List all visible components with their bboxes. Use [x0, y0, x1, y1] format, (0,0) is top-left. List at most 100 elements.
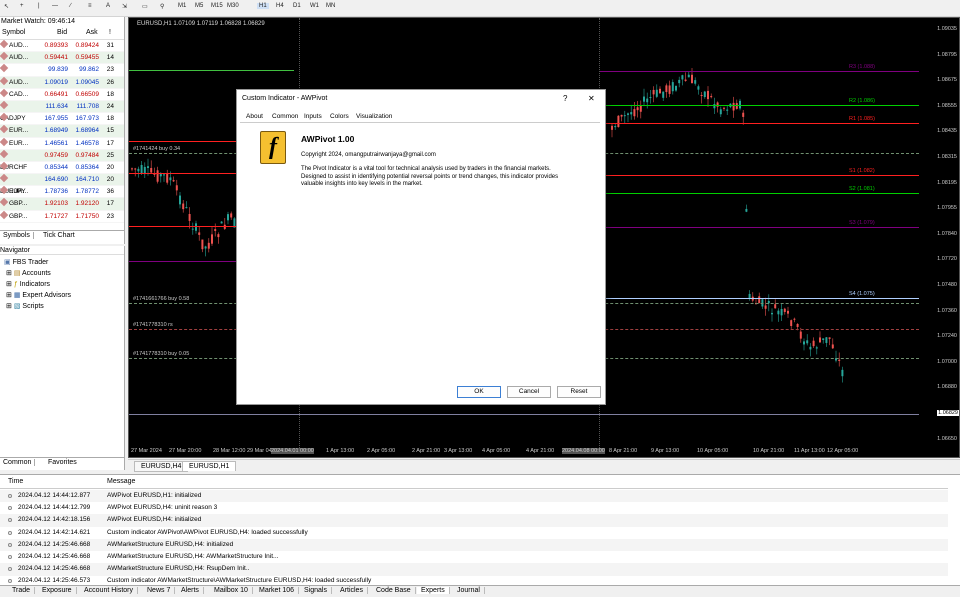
tab-favorites[interactable]: Favorites	[45, 459, 80, 466]
tab-toolbox-2[interactable]: Account History	[80, 587, 139, 594]
level-line[interactable]	[129, 70, 294, 71]
bid-cell: 1.46561	[44, 139, 69, 147]
symbol-row[interactable]: AUDJPY99.83999.86223	[0, 64, 124, 85]
timeframe-m15[interactable]: M15	[211, 3, 223, 9]
navigator-item-indicators[interactable]: ⊞ ƒ Indicators	[6, 280, 50, 288]
crosshair-icon[interactable]: +	[20, 3, 24, 9]
navigator-root[interactable]: ▣ FBS Trader	[4, 258, 48, 266]
cursor-icon[interactable]: ↖	[4, 3, 9, 10]
symbol-row[interactable]: GBP... 1.71727 1.71750 23	[0, 210, 124, 223]
dialog-title-text: Custom Indicator - AWPivot	[242, 95, 328, 102]
log-row[interactable]: 2024.04.12 14:25:46.668 AWMarketStructure…	[0, 538, 948, 552]
trendline-icon[interactable]: ∕	[70, 3, 71, 9]
tab-toolbox-11[interactable]: Journal	[453, 587, 485, 594]
pivot-line[interactable]	[599, 227, 919, 228]
navigator-item-accounts[interactable]: ⊞ ▤ Accounts	[6, 269, 51, 277]
tab-common[interactable]: Common	[272, 113, 298, 120]
spread-column-header[interactable]: !	[109, 26, 111, 40]
symbol-row[interactable]: EUR... 1.68949 1.68964 15	[0, 125, 124, 138]
timeframe-h1[interactable]: H1	[257, 3, 269, 9]
tab-about[interactable]: About	[246, 113, 263, 120]
vertical-line-icon[interactable]: |	[38, 3, 40, 9]
symbol-column-header[interactable]: Symbol	[2, 26, 25, 40]
tab-toolbox-4[interactable]: Alerts	[177, 587, 204, 594]
time-column-header[interactable]: Time	[8, 478, 23, 485]
help-button[interactable]: ?	[563, 90, 567, 107]
arrow-tools-icon[interactable]: ⇲	[122, 3, 127, 10]
tab-visualization[interactable]: Visualization	[356, 113, 392, 120]
candle-body	[230, 213, 233, 218]
navigator-item-scripts[interactable]: ⊞ ▧ Scripts	[6, 302, 44, 310]
pivot-line[interactable]	[599, 71, 919, 72]
timeframe-w1[interactable]: W1	[310, 3, 319, 9]
ask-column-header[interactable]: Ask	[86, 26, 98, 40]
symbol-row[interactable]: EUR... 1.78736 1.78772 36	[0, 186, 124, 199]
symbol-row[interactable]: EUR... 1.46561 1.46578 17	[0, 137, 124, 150]
pivot-line[interactable]	[599, 175, 919, 176]
tab-toolbox-5[interactable]: Mailbox 10	[210, 587, 253, 594]
tab-toolbox-1[interactable]: Exposure	[38, 587, 77, 594]
log-row[interactable]: 2024.04.12 14:25:46.668 AWMarketStructure…	[0, 563, 948, 576]
pivot-line[interactable]	[599, 193, 919, 194]
tab-tick-chart[interactable]: Tick Chart	[40, 232, 78, 239]
tab-toolbox-6[interactable]: Market 106	[255, 587, 300, 594]
log-row[interactable]: 2024.04.12 14:25:46.668 AWMarketStructure…	[0, 551, 948, 563]
channel-icon[interactable]: ≡	[88, 3, 92, 9]
candle-body	[172, 180, 175, 182]
pivot-line[interactable]	[599, 298, 919, 299]
time-tick: 2 Apr 05:00	[367, 448, 396, 454]
log-row[interactable]: 2024.04.12 14:44:12.877 AWPivot EURUSD,H1…	[0, 490, 948, 503]
tab-toolbox-7[interactable]: Signals	[300, 587, 332, 594]
message-column-header[interactable]: Message	[107, 478, 135, 485]
timeframe-mn[interactable]: MN	[326, 3, 335, 9]
tab-toolbox-3[interactable]: News 7	[143, 587, 176, 594]
expand-icon[interactable]: ⊞	[6, 270, 12, 277]
symbol-row[interactable]: EURGBP0.853440.8536420	[0, 161, 124, 183]
pivot-line[interactable]	[599, 105, 919, 106]
tab-inputs[interactable]: Inputs	[304, 113, 322, 120]
timeframe-h4[interactable]: H4	[276, 3, 284, 9]
expand-icon[interactable]: ⊞	[6, 303, 12, 310]
timeframe-m30[interactable]: M30	[227, 3, 239, 9]
symbol-row[interactable]: CADJPY 111.634 111.708 24	[0, 100, 124, 122]
tab-chart-eurusd-h4[interactable]: EURUSD,H4	[134, 461, 189, 472]
tab-toolbox-10[interactable]: Experts	[417, 587, 450, 594]
symbol-row[interactable]: CHFJPY167.955167.97318	[0, 113, 124, 134]
symbol-row[interactable]: EURCHF 0.97459 0.97484 25	[0, 149, 124, 171]
tab-toolbox-0[interactable]: Trade	[8, 587, 36, 594]
symbol-row[interactable]: AUD... 1.09019 1.09045 26	[0, 76, 124, 89]
shapes-menu-icon[interactable]: ⚲	[160, 3, 164, 10]
timeframe-m1[interactable]: M1	[178, 3, 186, 9]
ok-button[interactable]: OK	[457, 386, 501, 398]
close-button[interactable]: ✕	[588, 90, 595, 107]
shapes-icon[interactable]: ▭	[142, 3, 148, 10]
horizontal-line-icon[interactable]: —	[52, 3, 58, 9]
log-row[interactable]: 2024.04.12 14:42:18.156 AWPivot EURUSD,H4…	[0, 514, 948, 527]
symbol-row[interactable]: CAD... 0.66491 0.66509 18	[0, 88, 124, 101]
timeframe-d1[interactable]: D1	[293, 3, 301, 9]
text-icon[interactable]: A	[106, 3, 110, 9]
symbol-row[interactable]: AUD... 0.89393 0.89424 31	[0, 40, 124, 53]
symbol-row[interactable]: AUD... 0.59441 0.59455 14	[0, 52, 124, 65]
tab-symbols[interactable]: Symbols	[0, 232, 34, 239]
tab-common[interactable]: Common	[0, 459, 36, 466]
reset-button[interactable]: Reset	[557, 386, 601, 398]
timeframe-m5[interactable]: M5	[195, 3, 203, 9]
symbol-row[interactable]: GBP... 1.92103 1.92120 17	[0, 198, 124, 211]
tab-toolbox-8[interactable]: Articles	[336, 587, 368, 594]
log-row[interactable]: 2024.04.12 14:42:14.621 Custom indicator …	[0, 527, 948, 539]
time-tick: 2024.04.01 00:00	[271, 448, 314, 454]
expand-icon[interactable]: ⊞	[6, 281, 12, 288]
bid-cell: 99.839	[48, 66, 68, 74]
symbol-row[interactable]: EURJPY 164.690 164.710 20	[0, 174, 124, 195]
tab-colors[interactable]: Colors	[330, 113, 349, 120]
cancel-button[interactable]: Cancel	[507, 386, 551, 398]
pivot-line[interactable]	[599, 123, 919, 124]
expand-icon[interactable]: ⊞	[6, 292, 12, 299]
tab-toolbox-9[interactable]: Code Base	[372, 587, 416, 594]
log-row[interactable]: 2024.04.12 14:44:12.799 AWPivot EURUSD,H4…	[0, 502, 948, 514]
candle-body	[175, 185, 178, 191]
navigator-item-expert-advisors[interactable]: ⊞ ▦ Expert Advisors	[6, 291, 71, 299]
bid-column-header[interactable]: Bid	[57, 26, 67, 40]
tab-chart-eurusd-h1[interactable]: EURUSD,H1	[182, 461, 237, 471]
